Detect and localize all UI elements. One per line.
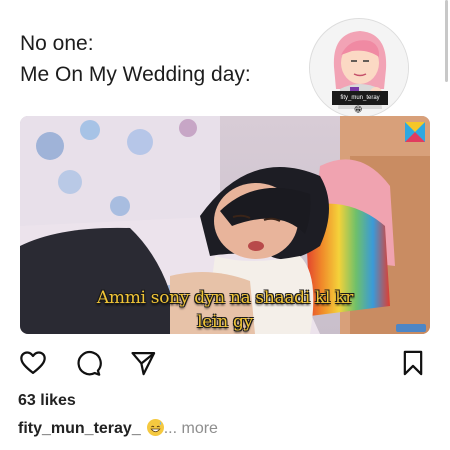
comment-button[interactable] <box>73 348 103 378</box>
watermark-badge: fity_mun_teray 😁 <box>309 18 409 118</box>
share-button[interactable] <box>128 348 158 378</box>
post-actions-bar <box>0 345 450 381</box>
meme-caption-line-2: Me On My Wedding day: <box>20 63 251 86</box>
save-button[interactable] <box>398 348 428 378</box>
meme-caption: No one: Me On My Wedding day: <box>20 28 251 90</box>
username-link[interactable]: fity_mun_teray_ <box>18 420 141 437</box>
badge-label: fity_mun_teray <box>332 91 388 105</box>
comment-bubble-icon <box>77 351 102 376</box>
meme-subtitle-line-2: lein gy <box>197 312 253 332</box>
heart-outline-icon <box>20 351 46 375</box>
bookmark-icon <box>403 350 423 376</box>
badge-emoji-icon: 😁 <box>354 105 363 114</box>
emoji-face-svg <box>147 419 164 436</box>
like-button[interactable] <box>18 348 48 378</box>
likes-count[interactable]: 63 likes <box>18 392 76 410</box>
meme-subtitle-line-1: Ammi sony dyn na shaadi kl kr <box>96 288 354 308</box>
post-caption-row: fity_mun_teray_ ... more <box>18 419 218 438</box>
meme-photo: Ammi sony dyn na shaadi kl kr lein gy <box>20 116 430 334</box>
paper-plane-icon <box>131 351 156 376</box>
grinning-sweat-emoji-icon <box>146 419 164 436</box>
post-media[interactable]: No one: Me On My Wedding day: fity_mun_t… <box>0 0 450 340</box>
video-logo-tag <box>396 324 426 332</box>
meme-caption-line-1: No one: <box>20 32 94 55</box>
more-link[interactable]: ... more <box>164 420 218 437</box>
